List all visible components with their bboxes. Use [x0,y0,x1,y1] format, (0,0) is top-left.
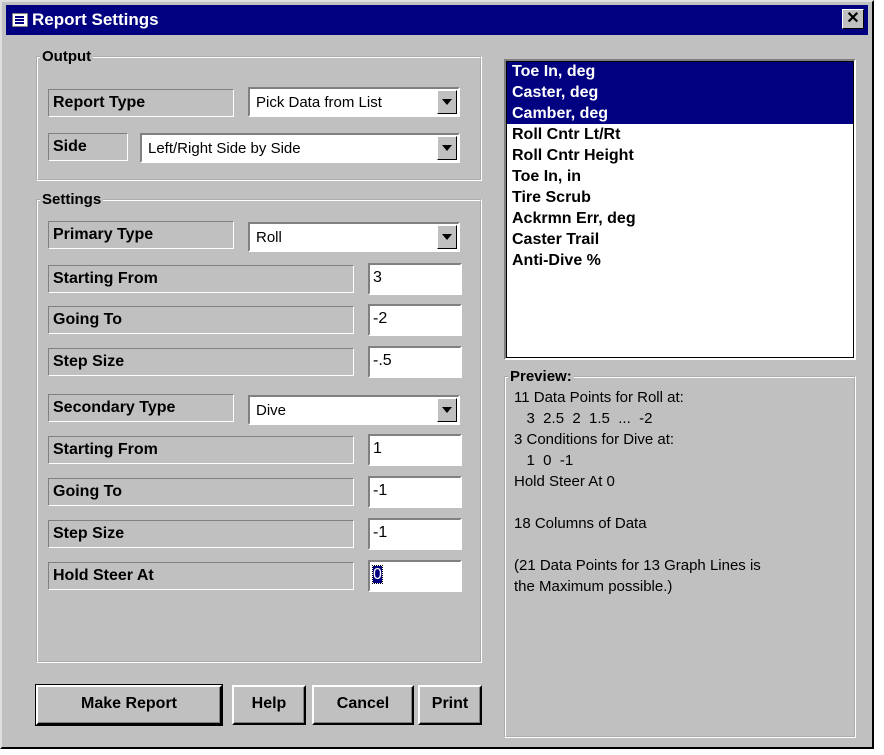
hold-steer-value: 0 [372,565,383,584]
preview-line [514,534,846,555]
window-title: Report Settings [32,10,159,29]
hold-steer-label: Hold Steer At [48,562,354,590]
list-item[interactable]: Toe In, deg [506,61,854,82]
secondary-start-input[interactable]: 1 [368,434,462,466]
preview-line: 1 0 -1 [514,452,574,469]
list-item[interactable]: Caster, deg [506,82,854,103]
primary-type-value: Roll [256,229,282,246]
primary-step-label: Step Size [48,348,354,376]
report-settings-window: Report Settings ✕ Output Report Type Pic… [0,0,874,749]
secondary-step-label: Step Size [48,520,354,548]
report-type-label: Report Type [48,89,234,117]
primary-goto-label: Going To [48,306,354,334]
side-select[interactable]: Left/Right Side by Side [140,133,460,163]
preview-text: 11 Data Points for Roll at: 3 2.5 2 1.5 … [506,385,854,599]
make-report-button[interactable]: Make Report [35,684,223,726]
primary-type-select[interactable]: Roll [248,222,460,252]
list-item[interactable]: Toe In, in [506,166,854,187]
title-bar[interactable]: Report Settings ✕ [6,5,868,35]
chevron-down-icon[interactable] [437,90,457,114]
preview-line: Hold Steer At 0 [514,473,615,490]
preview-line: 18 Columns of Data [514,515,647,532]
cancel-button[interactable]: Cancel [312,685,414,725]
chevron-down-icon[interactable] [437,398,457,422]
primary-start-input[interactable]: 3 [368,263,462,295]
chevron-down-icon[interactable] [437,136,457,160]
list-item[interactable]: Caster Trail [506,229,854,250]
close-button[interactable]: ✕ [842,9,864,29]
app-icon [12,13,28,27]
secondary-step-input[interactable]: -1 [368,518,462,550]
preview-line [514,492,846,513]
preview-legend: Preview: [510,368,572,385]
help-button[interactable]: Help [232,685,306,725]
secondary-type-select[interactable]: Dive [248,395,460,425]
secondary-goto-label: Going To [48,478,354,506]
primary-step-input[interactable]: -.5 [368,346,462,378]
report-type-select[interactable]: Pick Data from List [248,87,460,117]
list-item[interactable]: Camber, deg [506,103,854,124]
primary-goto-input[interactable]: -2 [368,304,462,336]
report-type-value: Pick Data from List [256,94,382,111]
preview-group: Preview: 11 Data Points for Roll at: 3 2… [504,368,856,738]
print-button[interactable]: Print [418,685,482,725]
secondary-goto-input[interactable]: -1 [368,476,462,508]
settings-group: Settings [36,191,482,663]
list-item[interactable]: Tire Scrub [506,187,854,208]
primary-type-label: Primary Type [48,221,234,249]
secondary-type-label: Secondary Type [48,394,234,422]
chevron-down-icon[interactable] [437,225,457,249]
preview-line: (21 Data Points for 13 Graph Lines is [514,557,761,574]
preview-line: 3 Conditions for Dive at: [514,431,675,448]
list-item[interactable]: Ackrmn Err, deg [506,208,854,229]
primary-start-label: Starting From [48,265,354,293]
hold-steer-input[interactable]: 0 [368,560,462,592]
secondary-type-value: Dive [256,402,287,419]
settings-legend: Settings [42,191,102,208]
list-item[interactable]: Roll Cntr Lt/Rt [506,124,854,145]
list-item[interactable]: Anti-Dive % [506,250,854,271]
list-item[interactable]: Roll Cntr Height [506,145,854,166]
preview-line: 3 2.5 2 1.5 ... -2 [514,410,653,427]
side-label: Side [48,133,128,161]
preview-line: the Maximum possible.) [514,578,673,595]
data-listbox[interactable]: Toe In, deg Caster, deg Camber, deg Roll Cn… [504,59,856,360]
preview-line: 11 Data Points for Roll at: [514,389,684,406]
side-value: Left/Right Side by Side [148,140,301,157]
output-legend: Output [42,48,92,65]
secondary-start-label: Starting From [48,436,354,464]
